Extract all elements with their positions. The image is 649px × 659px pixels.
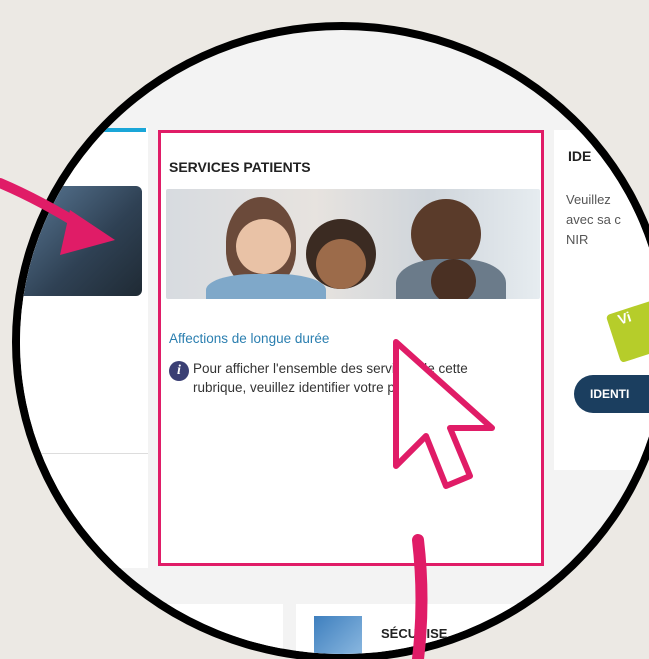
divider (20, 453, 148, 454)
family-photo (166, 189, 540, 299)
left-card-image (20, 186, 142, 296)
bottom-card-label: SÉCURISE (381, 626, 448, 641)
bottom-card-left[interactable] (148, 604, 283, 654)
active-tab-indicator (20, 128, 146, 132)
info-icon: i (169, 361, 189, 381)
carte-vitale-icon (605, 296, 649, 364)
identify-button[interactable]: IDENTI (574, 375, 649, 413)
magnifier-lens: SERVICES PATIENTS Affections de longue d… (12, 22, 649, 659)
right-card-text: Veuillez avec sa c NIR (566, 192, 621, 247)
left-card[interactable] (20, 128, 148, 568)
bottom-card-secure[interactable]: SÉCURISE (296, 604, 546, 654)
ald-link[interactable]: Affections de longue durée (169, 331, 329, 346)
card-title: SERVICES PATIENTS (169, 159, 311, 175)
screenshot-stage: SERVICES PATIENTS Affections de longue d… (0, 0, 649, 659)
lens-content: SERVICES PATIENTS Affections de longue d… (20, 30, 649, 654)
right-card-title: IDE (568, 148, 592, 164)
secure-icon (314, 616, 362, 654)
identification-card[interactable]: IDE Veuillez avec sa c NIR Vi IDENTI (554, 130, 649, 470)
mouse-cursor-icon (393, 339, 495, 489)
